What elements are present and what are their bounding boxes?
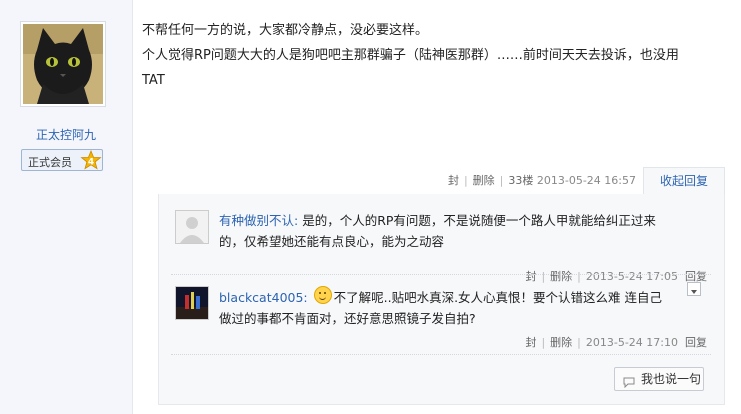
comment-avatar[interactable] — [175, 210, 209, 244]
author-sidebar: 正太控阿九 正式会员 4 — [0, 0, 133, 414]
smiley-emoji-icon — [313, 286, 332, 304]
delete-link[interactable]: 删除 — [550, 336, 572, 349]
block-link[interactable]: 封 — [525, 336, 536, 349]
scroll-down-arrow-icon[interactable] — [687, 282, 701, 296]
comment-text: 不了解呢..贴吧水真深.女人心真恨！要个认错这么难 连自己 — [333, 290, 663, 305]
post-meta: 封 | 删除 | 33楼 2013-05-24 16:57 — [447, 174, 636, 187]
comment-username[interactable]: 有种做别不认: — [219, 213, 298, 228]
comment-time: 2013-5-24 17:05 — [585, 270, 678, 283]
member-label: 正式会员 — [28, 156, 72, 169]
reply-link[interactable]: 回复 — [685, 336, 707, 349]
member-badge[interactable]: 正式会员 4 — [21, 149, 103, 171]
black-cat-avatar-image — [23, 24, 103, 104]
delete-link[interactable]: 删除 — [550, 270, 572, 283]
level-star-icon: 4 — [80, 149, 102, 172]
comment-bubble-icon — [623, 373, 635, 389]
comment-meta: 封 | 删除 | 2013-5-24 17:05 回复 — [525, 270, 707, 283]
list-item: blackcat4005: 不了解呢..贴吧水真深.女人心真恨！要个认错这么难 … — [175, 286, 715, 356]
say-something-button[interactable]: 我也说一句 — [614, 367, 704, 391]
block-link[interactable]: 封 — [525, 270, 536, 283]
comment-divider — [171, 354, 711, 355]
comment-avatar[interactable] — [175, 286, 209, 320]
comment-username[interactable]: blackcat4005: — [219, 290, 308, 305]
comment-divider — [171, 274, 711, 275]
comment-text: 是的，个人的RP有问题，不是说随便一个路人甲就能给纠正过来 — [302, 213, 656, 228]
comment-text: 的，仅希望她还能有点良心，能为之动容 — [219, 234, 445, 249]
block-link[interactable]: 封 — [448, 174, 459, 187]
comment-time: 2013-5-24 17:10 — [585, 336, 678, 349]
list-item: 有种做别不认: 是的，个人的RP有问题，不是说随便一个路人甲就能给纠正过来 的，… — [175, 210, 715, 283]
floor-number: 33楼 — [508, 174, 534, 187]
post-line: 不帮任何一方的说，大家都冷静点，没必要这样。 — [142, 23, 429, 38]
comment-meta: 封 | 删除 | 2013-5-24 17:10 回复 — [525, 336, 707, 349]
level-number: 4 — [88, 158, 94, 168]
comment-body: blackcat4005: 不了解呢..贴吧水真深.女人心真恨！要个认错这么难 … — [219, 286, 709, 329]
post-content: 不帮任何一方的说，大家都冷静点，没必要这样。 个人觉得RP问题大大的人是狗吧吧主… — [142, 18, 732, 93]
say-something-label: 我也说一句 — [641, 372, 702, 386]
post-line: 个人觉得RP问题大大的人是狗吧吧主那群骗子（陆神医那群）……前时间天天去投诉，也… — [142, 48, 679, 63]
comment-text: 做过的事都不肯面对，还好意思照镜子发自拍? — [219, 311, 476, 326]
post-time: 2013-05-24 16:57 — [536, 174, 636, 187]
comment-body: 有种做别不认: 是的，个人的RP有问题，不是说随便一个路人甲就能给纠正过来 的，… — [219, 210, 709, 252]
post-line: TAT — [142, 73, 165, 88]
collapse-replies-button[interactable]: 收起回复 — [643, 167, 725, 195]
delete-link[interactable]: 删除 — [473, 174, 495, 187]
author-username[interactable]: 正太控阿九 — [0, 126, 132, 143]
author-avatar[interactable] — [20, 21, 106, 107]
